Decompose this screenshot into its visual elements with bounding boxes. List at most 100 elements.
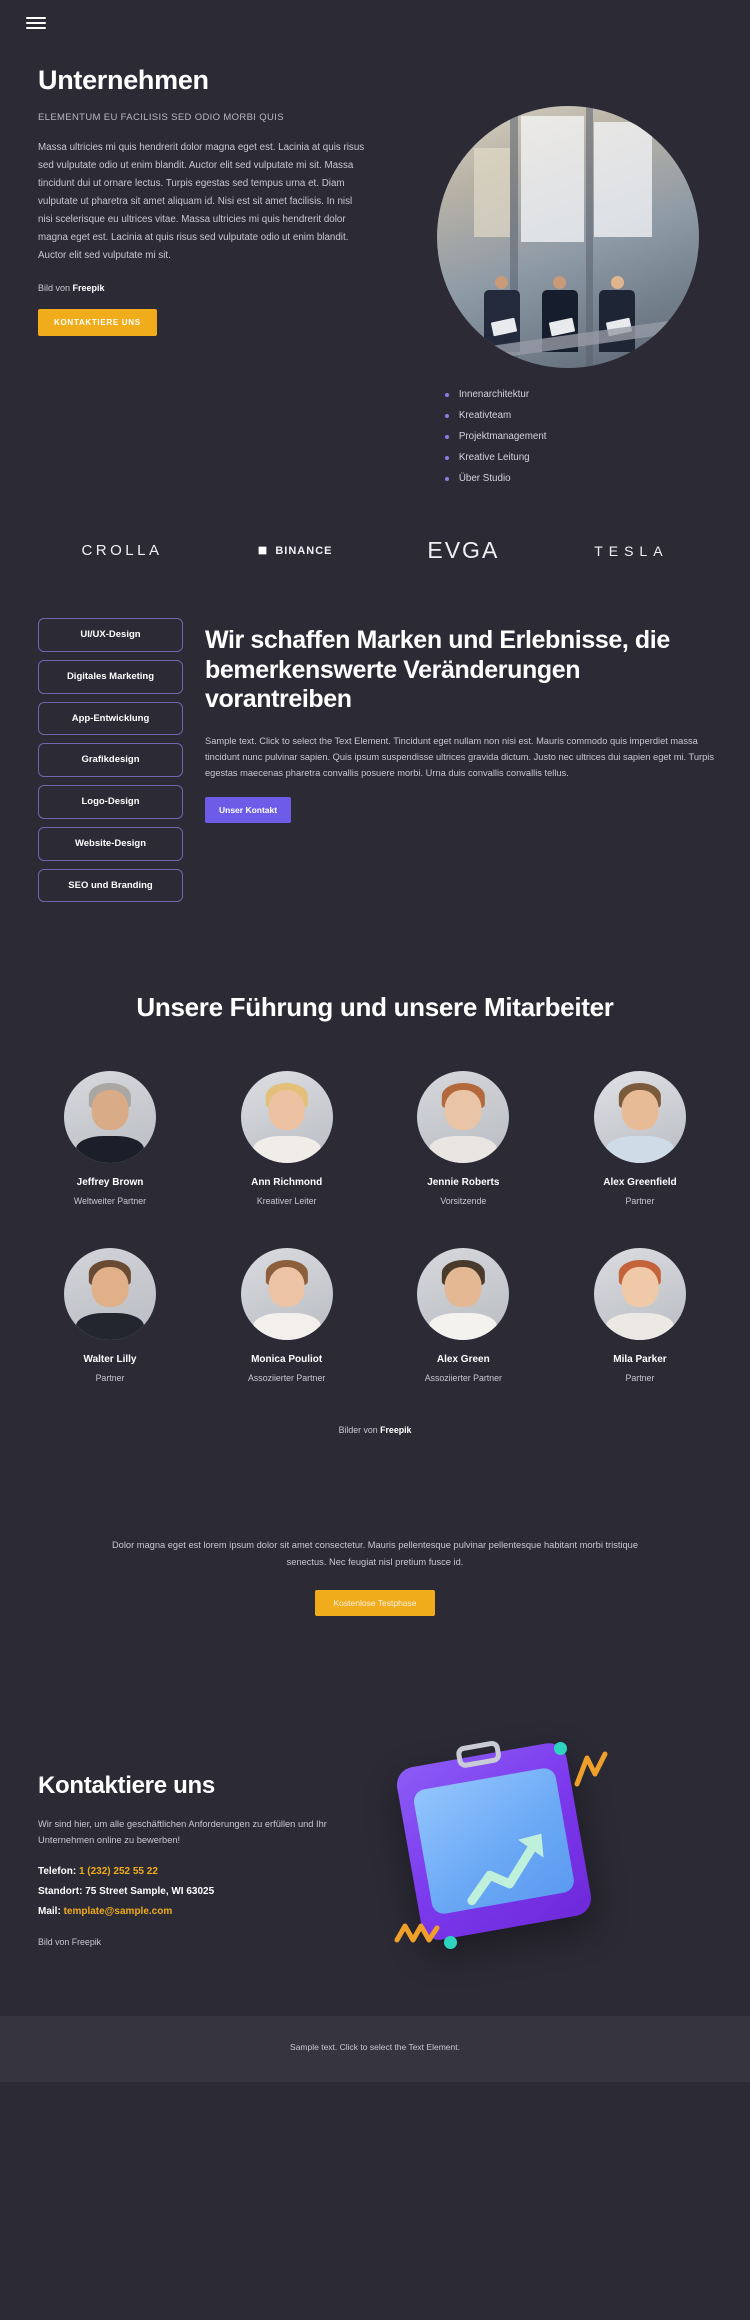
logo-crolla: CROLLA bbox=[81, 542, 163, 559]
service-tag[interactable]: UI/UX-Design bbox=[38, 618, 183, 652]
member-name: Ann Richmond bbox=[251, 1177, 323, 1189]
service-tag[interactable]: Digitales Marketing bbox=[38, 659, 183, 694]
logo-evga: EVGA bbox=[427, 537, 500, 563]
contact-image-credit: Bild von Freepik bbox=[38, 1937, 102, 1948]
location-label: Standort: bbox=[38, 1886, 86, 1898]
team-member: Walter Lilly Partner bbox=[30, 1248, 190, 1383]
team-member: Alex Green Assoziierter Partner bbox=[383, 1248, 543, 1383]
team-section: Unsere Führung und unsere Mitarbeiter Je… bbox=[0, 962, 750, 1445]
team-images-credit: Bilder von Freepik bbox=[30, 1425, 720, 1435]
team-credit-brand: Freepik bbox=[380, 1425, 412, 1436]
service-tag-list: UI/UX-Design Digitales Marketing App-Ent… bbox=[38, 618, 183, 903]
hero-left-column: Unternehmen ELEMENTUM EU FACILISIS SED O… bbox=[38, 65, 437, 489]
list-item[interactable]: Projektmanagement bbox=[443, 426, 716, 447]
avatar bbox=[64, 1248, 156, 1341]
site-footer: Sample text. Click to select the Text El… bbox=[0, 2015, 750, 2082]
avatar bbox=[417, 1248, 510, 1341]
services-section: UI/UX-Design Digitales Marketing App-Ent… bbox=[0, 608, 750, 962]
credit-prefix: Bild von bbox=[38, 283, 73, 294]
team-row: Walter Lilly Partner Monica Pouliot Asso… bbox=[30, 1248, 720, 1383]
avatar bbox=[64, 1071, 156, 1164]
phone-label: Telefon: bbox=[38, 1866, 79, 1878]
mail-label: Mail: bbox=[38, 1906, 64, 1918]
avatar bbox=[240, 1071, 333, 1164]
member-name: Jennie Roberts bbox=[427, 1177, 500, 1189]
contact-us-button[interactable]: KONTAKTIERE UNS bbox=[38, 309, 157, 337]
hero-section: Unternehmen ELEMENTUM EU FACILISIS SED O… bbox=[0, 44, 750, 489]
contact-heading: Kontaktiere uns bbox=[38, 1771, 215, 1799]
services-heading: Wir schaffen Marken und Erlebnisse, die … bbox=[205, 626, 670, 713]
page-title: Unternehmen bbox=[38, 65, 209, 95]
contact-phone-line: Telefon: 1 (232) 252 55 22 bbox=[38, 1866, 368, 1877]
hero-right-column: Innenarchitektur Kreativteam Projektmana… bbox=[436, 66, 716, 489]
hero-bullet-list: Innenarchitektur Kreativteam Projektmana… bbox=[437, 384, 716, 489]
clipboard-sheet bbox=[412, 1766, 576, 1916]
member-role: Vorsitzende bbox=[440, 1196, 487, 1207]
contact-details: Kontaktiere uns Wir sind hier, um alle g… bbox=[38, 1736, 368, 1948]
member-role: Weltweiter Partner bbox=[73, 1196, 147, 1207]
orange-squiggle-decoration bbox=[394, 1923, 440, 1943]
avatar bbox=[593, 1248, 686, 1341]
service-tag[interactable]: Logo-Design bbox=[38, 785, 183, 819]
member-name: Monica Pouliot bbox=[251, 1354, 323, 1366]
contact-section: Kontaktiere uns Wir sind hier, um alle g… bbox=[0, 1676, 750, 1996]
logo-binance-label: BINANCE bbox=[275, 544, 333, 557]
member-role: Partner bbox=[95, 1373, 125, 1384]
team-member: Monica Pouliot Assoziierter Partner bbox=[207, 1248, 367, 1383]
service-tag[interactable]: Grafikdesign bbox=[38, 743, 183, 778]
contact-lead-text: Wir sind hier, um alle geschäftlichen An… bbox=[38, 1818, 327, 1846]
service-tag[interactable]: SEO und Branding bbox=[38, 868, 183, 903]
service-tag[interactable]: App-Entwicklung bbox=[38, 701, 183, 736]
hero-photo bbox=[436, 106, 699, 368]
member-role: Partner bbox=[625, 1373, 655, 1384]
hero-image-credit: Bild von Freepik bbox=[38, 283, 437, 293]
location-value: 75 Street Sample, WI 63025 bbox=[85, 1886, 215, 1898]
member-role: Assoziierter Partner bbox=[424, 1373, 502, 1384]
services-content: Wir schaffen Marken und Erlebnisse, die … bbox=[205, 618, 716, 902]
clipboard-icon bbox=[394, 1739, 594, 1943]
brand-logos-row: CROLLA BINANCE EVGA TESLA bbox=[0, 489, 750, 608]
list-item[interactable]: Kreative Leitung bbox=[443, 447, 716, 468]
avatar bbox=[417, 1071, 510, 1164]
hero-body-text: Massa ultricies mi quis hendrerit dolor … bbox=[38, 141, 365, 262]
member-name: Jeffrey Brown bbox=[76, 1177, 144, 1189]
service-tag[interactable]: Website-Design bbox=[38, 826, 183, 861]
team-row: Jeffrey Brown Weltweiter Partner Ann Ric… bbox=[30, 1071, 720, 1206]
list-item[interactable]: Innenarchitektur bbox=[443, 384, 716, 405]
member-name: Alex Green bbox=[436, 1354, 490, 1366]
member-name: Alex Greenfield bbox=[603, 1177, 677, 1189]
list-item[interactable]: Kreativteam bbox=[443, 405, 716, 426]
trial-section: Dolor magna eget est lorem ipsum dolor s… bbox=[0, 1445, 750, 1676]
team-member: Ann Richmond Kreativer Leiter bbox=[207, 1071, 367, 1206]
clipboard-clip-icon bbox=[455, 1739, 503, 1769]
member-role: Assoziierter Partner bbox=[248, 1373, 326, 1384]
team-member: Alex Greenfield Partner bbox=[560, 1071, 720, 1206]
binance-diamond-icon bbox=[255, 543, 271, 559]
member-role: Kreativer Leiter bbox=[256, 1196, 317, 1207]
mail-value[interactable]: template@sample.com bbox=[64, 1906, 173, 1917]
growth-arrow-icon bbox=[467, 1833, 544, 1906]
services-body-text: Sample text. Click to select the Text El… bbox=[205, 735, 714, 779]
phone-value[interactable]: 1 (232) 252 55 22 bbox=[79, 1866, 158, 1877]
team-member: Jennie Roberts Vorsitzende bbox=[383, 1071, 543, 1206]
member-role: Partner bbox=[625, 1196, 655, 1207]
logo-tesla: TESLA bbox=[594, 542, 669, 559]
our-contact-button[interactable]: Unser Kontakt bbox=[205, 797, 292, 824]
orange-squiggle-decoration bbox=[574, 1751, 608, 1787]
teal-dot-decoration bbox=[444, 1935, 457, 1949]
avatar bbox=[240, 1248, 333, 1341]
avatar bbox=[593, 1071, 686, 1164]
team-member: Mila Parker Partner bbox=[560, 1248, 720, 1383]
free-trial-button[interactable]: Kostenlose Testphase bbox=[315, 1589, 435, 1616]
teal-dot-decoration bbox=[554, 1741, 567, 1755]
site-header bbox=[0, 0, 750, 44]
member-name: Walter Lilly bbox=[83, 1354, 137, 1366]
hero-subtitle: ELEMENTUM EU FACILISIS SED ODIO MORBI QU… bbox=[38, 111, 284, 123]
team-credit-prefix: Bilder von bbox=[338, 1425, 381, 1436]
contact-location-line: Standort: 75 Street Sample, WI 63025 bbox=[38, 1886, 368, 1897]
contact-mail-line: Mail: template@sample.com bbox=[38, 1906, 368, 1917]
hamburger-menu-icon[interactable] bbox=[26, 14, 46, 32]
page-root: Unternehmen ELEMENTUM EU FACILISIS SED O… bbox=[0, 0, 750, 2320]
list-item[interactable]: Über Studio bbox=[443, 468, 716, 489]
credit-brand: Freepik bbox=[72, 283, 105, 294]
